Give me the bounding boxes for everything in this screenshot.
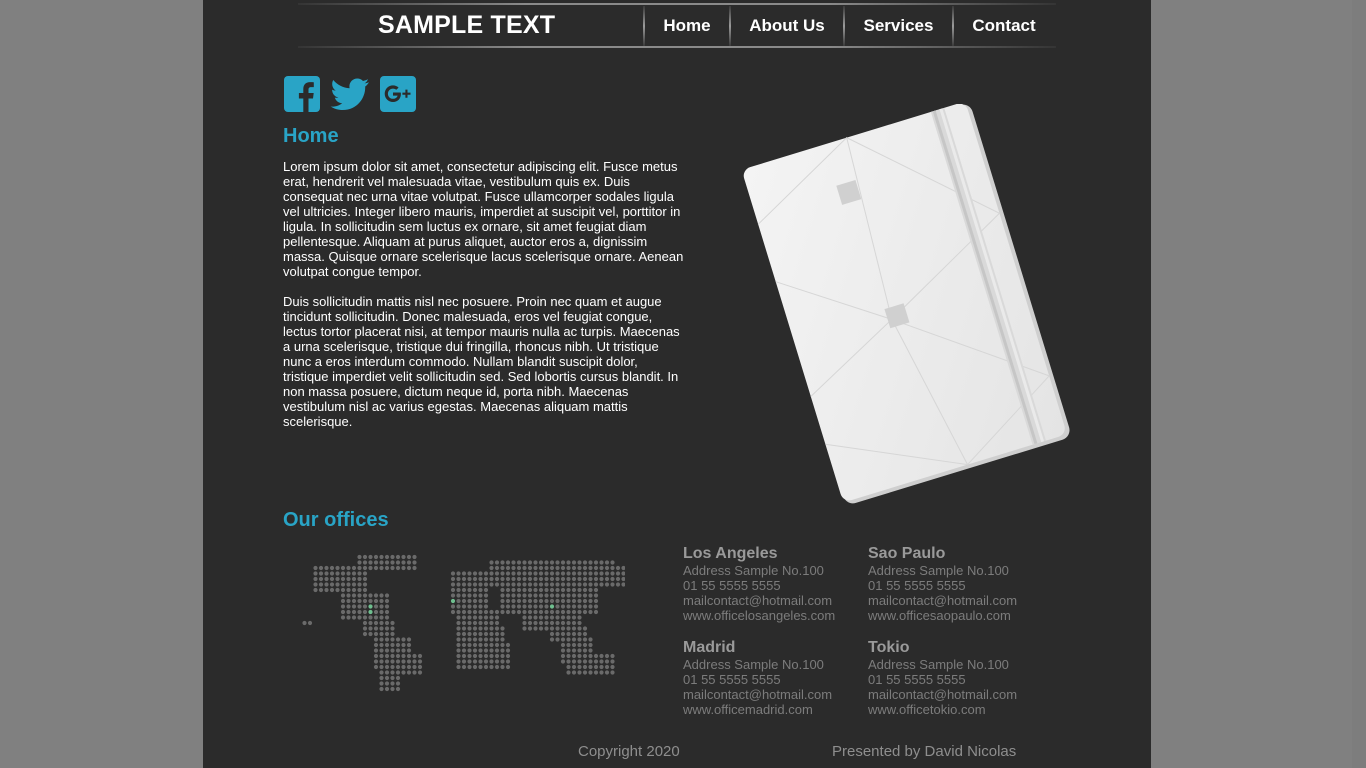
offices-title: Our offices: [283, 509, 389, 531]
home-title: Home: [283, 125, 339, 147]
office-website[interactable]: www.officelosangeles.com: [683, 608, 863, 623]
nav-services[interactable]: Services: [845, 6, 952, 46]
header-divider-bottom: [298, 46, 1056, 48]
social-links: [284, 76, 416, 112]
office-name: Sao Paulo: [868, 545, 946, 562]
home-paragraph-1: Lorem ipsum dolor sit amet, consectetur …: [283, 159, 684, 279]
office-madrid: Madrid Address Sample No.100 01 55 5555 …: [683, 639, 863, 717]
office-email[interactable]: mailcontact@hotmail.com: [868, 593, 1048, 608]
facebook-icon[interactable]: [284, 76, 320, 112]
office-phone: 01 55 5555 5555: [868, 578, 966, 593]
google-plus-icon[interactable]: [380, 76, 416, 112]
nav-about-us[interactable]: About Us: [731, 6, 843, 46]
footer-credit: Presented by David Nicolas: [832, 743, 1017, 760]
page-scrollbar[interactable]: [1352, 0, 1366, 768]
office-website[interactable]: www.officetokio.com: [868, 702, 1048, 717]
office-sao-paulo: Sao Paulo Address Sample No.100 01 55 55…: [868, 545, 1048, 623]
office-address: Address Sample No.100: [683, 563, 824, 578]
office-phone: 01 55 5555 5555: [868, 672, 966, 687]
header-divider-top: [298, 3, 1056, 5]
office-phone: 01 55 5555 5555: [683, 578, 781, 593]
office-address: Address Sample No.100: [868, 563, 1009, 578]
page-container: SAMPLE TEXT Home About Us Services Conta…: [203, 0, 1151, 768]
office-email[interactable]: mailcontact@hotmail.com: [683, 593, 863, 608]
main-nav: Home About Us Services Contact: [643, 6, 1054, 46]
office-address: Address Sample No.100: [868, 657, 1009, 672]
office-name: Madrid: [683, 639, 736, 656]
office-phone: 01 55 5555 5555: [683, 672, 781, 687]
office-email[interactable]: mailcontact@hotmail.com: [868, 687, 1048, 702]
office-website[interactable]: www.officesaopaulo.com: [868, 608, 1048, 623]
footer-copyright: Copyright 2020: [578, 743, 680, 760]
site-header: SAMPLE TEXT Home About Us Services Conta…: [298, 2, 1056, 48]
office-los-angeles: Los Angeles Address Sample No.100 01 55 …: [683, 545, 863, 623]
office-name: Tokio: [868, 639, 910, 656]
nav-home[interactable]: Home: [645, 6, 729, 46]
nav-contact[interactable]: Contact: [954, 6, 1054, 46]
site-title[interactable]: SAMPLE TEXT: [378, 11, 555, 40]
office-email[interactable]: mailcontact@hotmail.com: [683, 687, 863, 702]
office-name: Los Angeles: [683, 545, 778, 562]
twitter-icon[interactable]: [330, 76, 370, 112]
notebook-image: [743, 104, 1070, 504]
office-website[interactable]: www.officemadrid.com: [683, 702, 863, 717]
world-map-image: [302, 554, 625, 692]
office-address: Address Sample No.100: [683, 657, 824, 672]
home-paragraph-2: Duis sollicitudin mattis nisl nec posuer…: [283, 294, 680, 429]
office-tokio: Tokio Address Sample No.100 01 55 5555 5…: [868, 639, 1048, 717]
